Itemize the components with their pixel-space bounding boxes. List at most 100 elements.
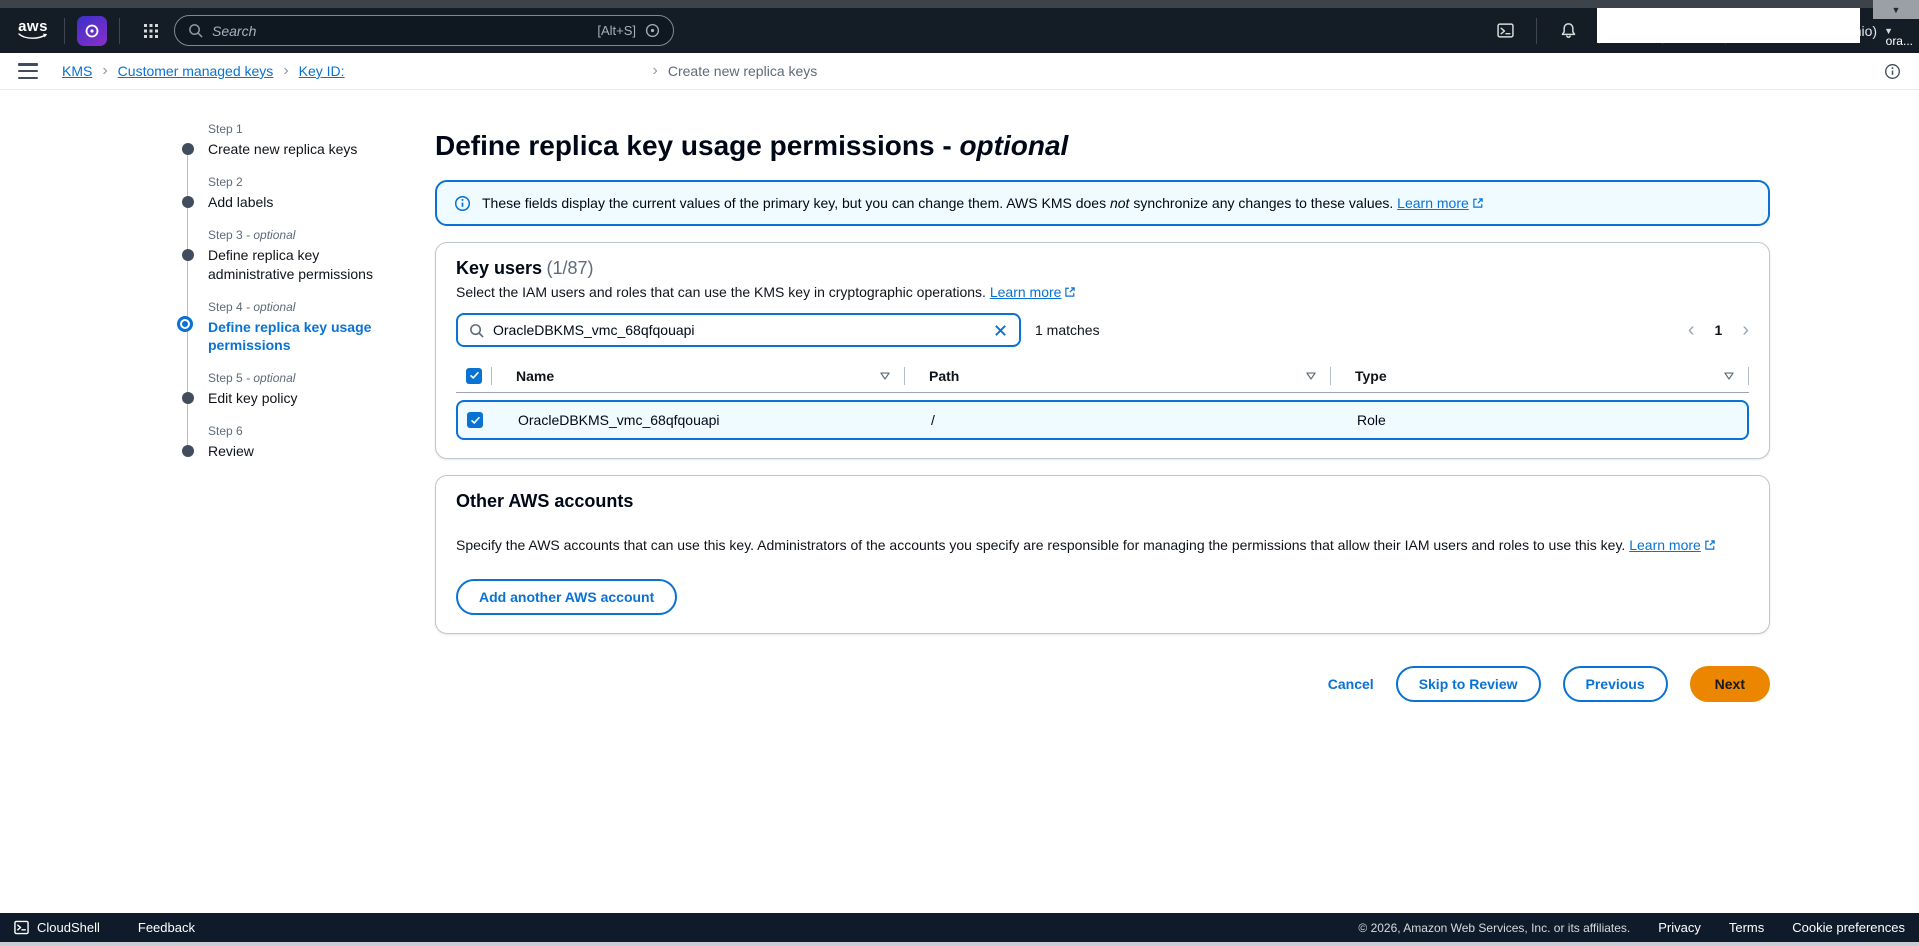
sort-icon: [1723, 370, 1735, 382]
hamburger-menu-icon[interactable]: [18, 63, 38, 79]
step-title[interactable]: Create new replica keys: [208, 140, 380, 159]
kms-glyph-icon: [84, 23, 100, 39]
step-4-define-usage-permissions: Step 4 - optional Define replica key usa…: [180, 300, 380, 356]
step-title[interactable]: Define replica key usage permissions: [208, 318, 380, 356]
wizard-steps-nav: Step 1 Create new replica keys Step 2 Ad…: [180, 122, 380, 477]
terms-link[interactable]: Terms: [1729, 920, 1764, 935]
copyright-text: © 2026, Amazon Web Services, Inc. or its…: [1358, 921, 1630, 935]
row-checkbox[interactable]: [467, 412, 483, 428]
page-next-icon[interactable]: ›: [1742, 320, 1749, 340]
aws-logo[interactable]: aws: [14, 20, 52, 41]
footer-links: © 2026, Amazon Web Services, Inc. or its…: [1358, 920, 1905, 935]
key-users-title: Key users: [456, 258, 542, 278]
key-users-search-input[interactable]: [493, 322, 984, 338]
aws-smile-icon: [18, 33, 48, 41]
column-header-path[interactable]: Path: [905, 359, 1331, 392]
browser-scroll-caret[interactable]: ▼: [1873, 0, 1919, 19]
page-prev-icon[interactable]: ‹: [1688, 320, 1695, 340]
divider: [119, 18, 120, 44]
breadcrumb-customer-managed-keys[interactable]: Customer managed keys: [118, 63, 274, 79]
caret-down-icon: ▼: [1892, 5, 1901, 15]
add-another-aws-account-button[interactable]: Add another AWS account: [456, 579, 677, 615]
key-users-search[interactable]: [456, 313, 1021, 347]
step-title[interactable]: Review: [208, 442, 380, 461]
grid-icon: [143, 23, 159, 39]
account-partial-text[interactable]: ora...: [1886, 34, 1913, 48]
step-1-create-new-replica-keys: Step 1 Create new replica keys: [180, 122, 380, 159]
browser-top-strip: [0, 0, 1919, 8]
breadcrumb-separator: ›: [283, 62, 288, 80]
search-icon: [188, 23, 203, 38]
cloudshell-icon[interactable]: [1486, 14, 1524, 48]
breadcrumb-separator: ›: [102, 62, 107, 80]
column-header-type[interactable]: Type: [1331, 359, 1749, 392]
step-done-dot: [182, 143, 194, 155]
browser-bottom-strip: [0, 942, 1919, 946]
terminal-icon: [1497, 22, 1514, 39]
account-menu-redaction: [1597, 4, 1860, 43]
column-header-name[interactable]: Name: [492, 359, 905, 392]
sort-icon: [1305, 370, 1317, 382]
row-name: OracleDBKMS_vmc_68qfqouapi: [494, 412, 907, 428]
next-button[interactable]: Next: [1690, 666, 1770, 702]
cloudshell-label: CloudShell: [37, 920, 100, 935]
other-accounts-title: Other AWS accounts: [456, 491, 633, 511]
external-link-icon: [1704, 539, 1716, 551]
check-icon: [470, 415, 481, 426]
search-shortcut-hint: [Alt+S]: [597, 23, 636, 38]
global-search-input[interactable]: Search [Alt+S]: [174, 15, 674, 46]
page-title: Define replica key usage permissions - o…: [435, 130, 1770, 162]
feedback-button[interactable]: Feedback: [138, 920, 195, 935]
other-aws-accounts-card: Other AWS accounts Specify the AWS accou…: [435, 475, 1770, 634]
aws-logo-text: aws: [18, 20, 48, 33]
step-done-dot: [182, 249, 194, 261]
skip-to-review-button[interactable]: Skip to Review: [1396, 666, 1541, 702]
bell-icon: [1560, 22, 1577, 39]
key-users-description: Select the IAM users and roles that can …: [456, 284, 1749, 300]
console-footer: CloudShell Feedback © 2026, Amazon Web S…: [0, 913, 1919, 942]
cancel-button[interactable]: Cancel: [1328, 676, 1374, 692]
step-todo-dot: [182, 445, 194, 457]
info-icon[interactable]: [1884, 63, 1901, 80]
step-5-edit-key-policy: Step 5 - optional Edit key policy: [180, 371, 380, 408]
select-all-checkbox[interactable]: [466, 368, 482, 384]
privacy-link[interactable]: Privacy: [1658, 920, 1701, 935]
breadcrumb-kms[interactable]: KMS: [62, 63, 92, 79]
step-title[interactable]: Edit key policy: [208, 389, 380, 408]
step-title[interactable]: Define replica key administrative permis…: [208, 246, 380, 284]
pagination: ‹ 1 ›: [1688, 320, 1749, 340]
clear-search-icon[interactable]: [993, 323, 1008, 338]
step-todo-dot: [182, 392, 194, 404]
kms-service-icon[interactable]: [77, 16, 107, 46]
info-banner: These fields display the current values …: [435, 180, 1770, 226]
row-type: Role: [1333, 412, 1747, 428]
check-icon: [469, 370, 480, 381]
step-6-review: Step 6 Review: [180, 424, 380, 461]
page-number[interactable]: 1: [1715, 322, 1723, 338]
match-count: 1 matches: [1035, 322, 1100, 338]
previous-button[interactable]: Previous: [1563, 666, 1668, 702]
breadcrumb-current: Create new replica keys: [668, 63, 817, 79]
step-3-define-admin-permissions: Step 3 - optional Define replica key adm…: [180, 228, 380, 284]
banner-text: These fields display the current values …: [482, 195, 1484, 211]
key-users-learn-more-link[interactable]: Learn more: [990, 284, 1062, 300]
external-link-icon: [1064, 286, 1076, 298]
search-placeholder: Search: [212, 23, 588, 39]
step-title[interactable]: Add labels: [208, 193, 380, 212]
cookie-preferences-link[interactable]: Cookie preferences: [1792, 920, 1905, 935]
banner-learn-more-link[interactable]: Learn more: [1397, 195, 1469, 211]
step-2-add-labels: Step 2 Add labels: [180, 175, 380, 212]
search-settings-icon[interactable]: [645, 23, 660, 38]
external-link-icon: [1472, 197, 1484, 209]
breadcrumb-key-id[interactable]: Key ID:: [299, 63, 345, 79]
services-grid-icon[interactable]: [132, 14, 170, 48]
cloudshell-button[interactable]: CloudShell: [14, 920, 100, 935]
table-row[interactable]: OracleDBKMS_vmc_68qfqouapi / Role: [456, 400, 1749, 440]
notifications-bell-icon[interactable]: [1549, 14, 1587, 48]
table-controls: 1 matches ‹ 1 ›: [456, 313, 1749, 347]
other-accounts-learn-more-link[interactable]: Learn more: [1629, 537, 1701, 553]
step-active-dot: [180, 319, 190, 329]
other-accounts-description: Specify the AWS accounts that can use th…: [456, 537, 1749, 553]
key-users-card: Key users (1/87) Select the IAM users an…: [435, 242, 1770, 459]
step-done-dot: [182, 196, 194, 208]
